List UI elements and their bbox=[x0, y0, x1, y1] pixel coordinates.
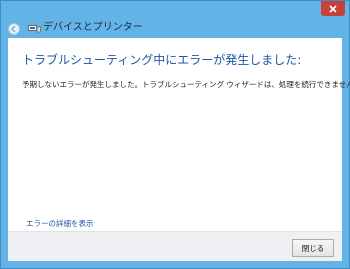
dialog-footer: 閉じる bbox=[8, 231, 342, 261]
view-error-details-link[interactable]: エラーの詳細を表示 bbox=[26, 219, 94, 229]
dialog-window: デバイスとプリンター トラブルシューティング中にエラーが発生しました: 予期しな… bbox=[0, 0, 350, 269]
window-title: デバイスとプリンター bbox=[43, 22, 143, 33]
content-panel: トラブルシューティング中にエラーが発生しました: 予期しないエラーが発生しました… bbox=[8, 38, 350, 231]
back-button[interactable] bbox=[8, 23, 20, 35]
error-message: 予期しないエラーが発生しました。トラブルシューティング ウィザードは、処理を続行… bbox=[22, 80, 350, 89]
window-close-button[interactable] bbox=[321, 1, 345, 16]
close-button[interactable]: 閉じる bbox=[292, 239, 334, 257]
close-icon bbox=[329, 4, 337, 13]
title-bar: デバイスとプリンター bbox=[1, 1, 349, 38]
devices-printers-icon bbox=[28, 25, 41, 33]
error-heading: トラブルシューティング中にエラーが発生しました: bbox=[22, 53, 302, 67]
back-arrow-icon bbox=[11, 25, 16, 33]
